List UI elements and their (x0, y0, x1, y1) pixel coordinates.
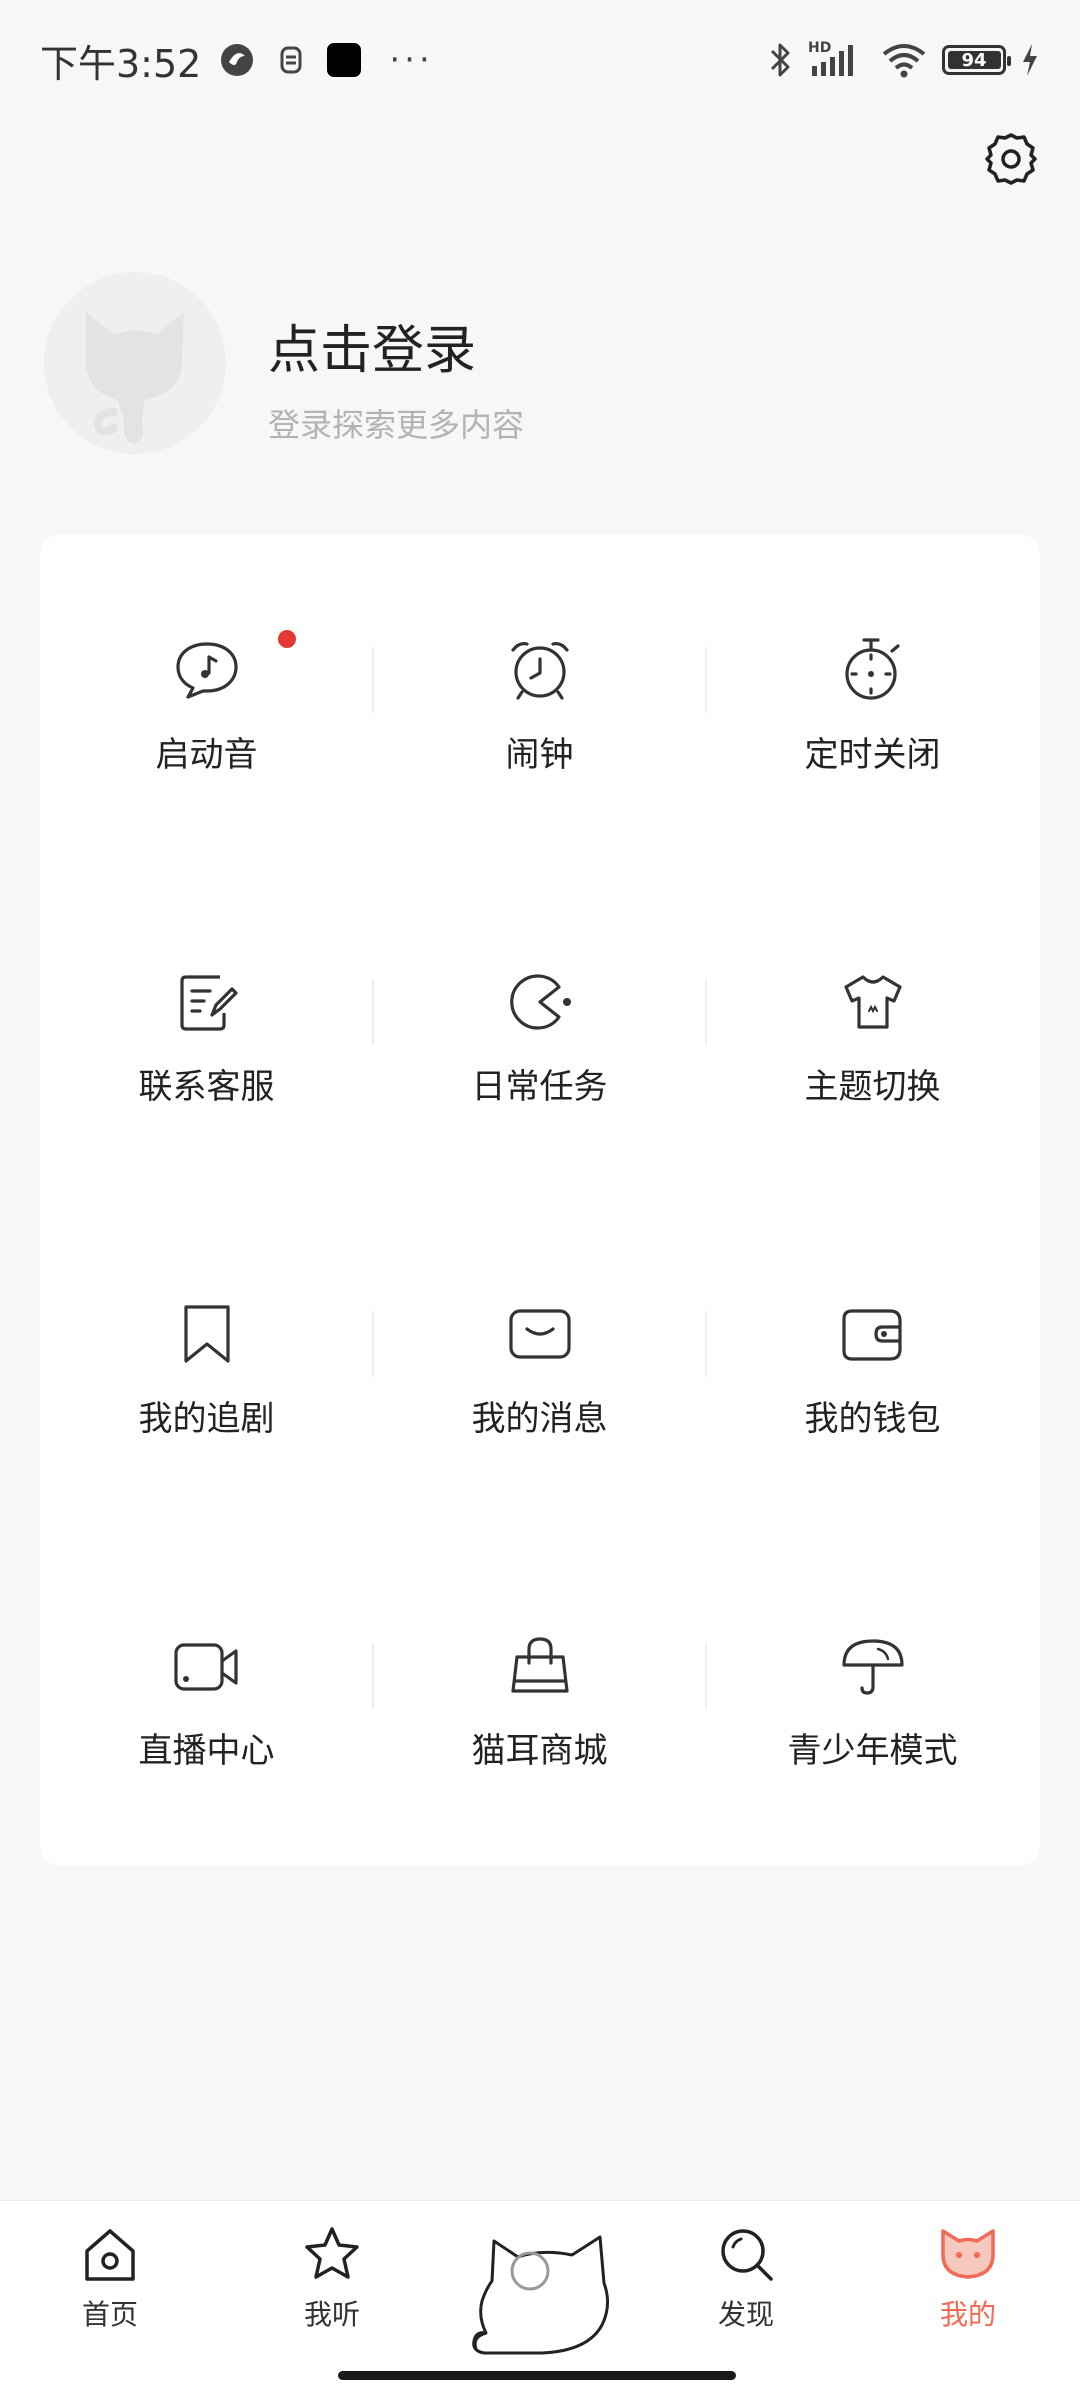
settings-gear-icon[interactable] (982, 130, 1040, 188)
app-notification-icon (221, 44, 254, 76)
pacman-icon (509, 974, 571, 1030)
cat-face-icon (941, 2229, 995, 2279)
grid-item-label: 联系客服 (138, 1067, 275, 1107)
bottom-navigation: 首页 我听 发现 我的 (0, 2200, 1080, 2400)
grid-item-theme-switch[interactable]: 主题切换 (706, 967, 1039, 1167)
grid-item-label: 日常任务 (471, 1067, 608, 1107)
bluetooth-icon (770, 43, 790, 77)
feature-grid-card: 启动音 闹钟 定时关闭 联系客服 日常任务 主题切换 我的追剧 我的消息 我的钱… (40, 535, 1040, 1865)
grid-item-label: 直播中心 (138, 1731, 275, 1771)
grid-item-label: 青少年模式 (787, 1731, 958, 1771)
grid-item-label: 主题切换 (804, 1067, 941, 1107)
status-bar: 下午3:52 ··· HD 94 (0, 0, 1080, 120)
grid-item-youth-mode[interactable]: 青少年模式 (706, 1631, 1039, 1831)
status-time: 下午3:52 (40, 41, 202, 86)
alarm-clock-icon (510, 642, 569, 700)
star-icon (305, 2227, 359, 2279)
profile-page: 下午3:52 ··· HD 94 点击登录 登录探索更多内容 启动音 闹钟 定时… (0, 0, 1080, 2400)
grid-item-label: 我的钱包 (804, 1399, 941, 1439)
grid-item-live-center[interactable]: 直播中心 (40, 1631, 373, 1831)
grid-item-my-messages[interactable]: 我的消息 (373, 1299, 706, 1499)
wifi-icon (882, 44, 926, 78)
charging-icon (1023, 44, 1037, 76)
home-indicator[interactable] (338, 2371, 736, 2380)
grid-item-startup-sound[interactable]: 启动音 (40, 635, 373, 835)
grid-item-my-shows[interactable]: 我的追剧 (40, 1299, 373, 1499)
grid-item-alarm[interactable]: 闹钟 (373, 635, 706, 835)
grid-item-maoer-mall[interactable]: 猫耳商城 (373, 1631, 706, 1831)
app-notification-icon (327, 43, 362, 77)
app-notification-icon (280, 46, 302, 74)
center-cat-button-icon[interactable] (462, 2221, 622, 2361)
grid-item-label: 启动音 (155, 735, 258, 775)
login-subtitle: 登录探索更多内容 (268, 406, 525, 444)
avatar[interactable] (44, 272, 226, 454)
nav-label: 首页 (81, 2298, 138, 2331)
grid-item-label: 闹钟 (505, 735, 574, 775)
grid-item-customer-service[interactable]: 联系客服 (40, 967, 373, 1167)
shopping-bag-icon (510, 1637, 569, 1693)
status-right: HD 94 (768, 40, 1040, 80)
grid-item-label: 猫耳商城 (471, 1731, 608, 1771)
nav-listen[interactable]: 我听 (272, 2223, 392, 2333)
nav-label: 我听 (303, 2298, 360, 2331)
search-icon (721, 2229, 773, 2281)
grid-item-label: 定时关闭 (804, 735, 941, 775)
grid-item-my-wallet[interactable]: 我的钱包 (706, 1299, 1039, 1499)
message-icon (508, 1309, 571, 1359)
more-notifications-icon: ··· (389, 40, 434, 80)
wallet-icon (841, 1309, 902, 1361)
grid-item-label: 我的消息 (471, 1399, 608, 1439)
tshirt-icon (843, 975, 902, 1029)
speech-music-icon (175, 642, 238, 699)
nav-label: 我的 (939, 2298, 996, 2331)
umbrella-icon (841, 1639, 904, 1695)
grid-item-daily-tasks[interactable]: 日常任务 (373, 967, 706, 1167)
battery-level: 94 (961, 49, 987, 71)
nav-mine[interactable]: 我的 (908, 2223, 1028, 2333)
nav-home[interactable]: 首页 (50, 2223, 170, 2333)
notification-dot (278, 630, 296, 648)
status-left: 下午3:52 ··· (40, 33, 434, 88)
battery-icon: 94 (942, 45, 1011, 75)
video-camera-icon (173, 1643, 238, 1691)
timer-icon (844, 638, 900, 700)
login-title[interactable]: 点击登录 (268, 308, 476, 383)
default-cat-avatar-icon (86, 312, 184, 444)
bookmark-icon (183, 1305, 230, 1363)
grid-item-sleep-timer[interactable]: 定时关闭 (706, 635, 1039, 835)
home-icon (85, 2229, 135, 2281)
edit-note-icon (179, 975, 238, 1031)
signal-icon: HD (808, 40, 866, 80)
grid-item-label: 我的追剧 (138, 1399, 275, 1439)
nav-discover[interactable]: 发现 (686, 2223, 806, 2333)
nav-label: 发现 (717, 2298, 774, 2331)
